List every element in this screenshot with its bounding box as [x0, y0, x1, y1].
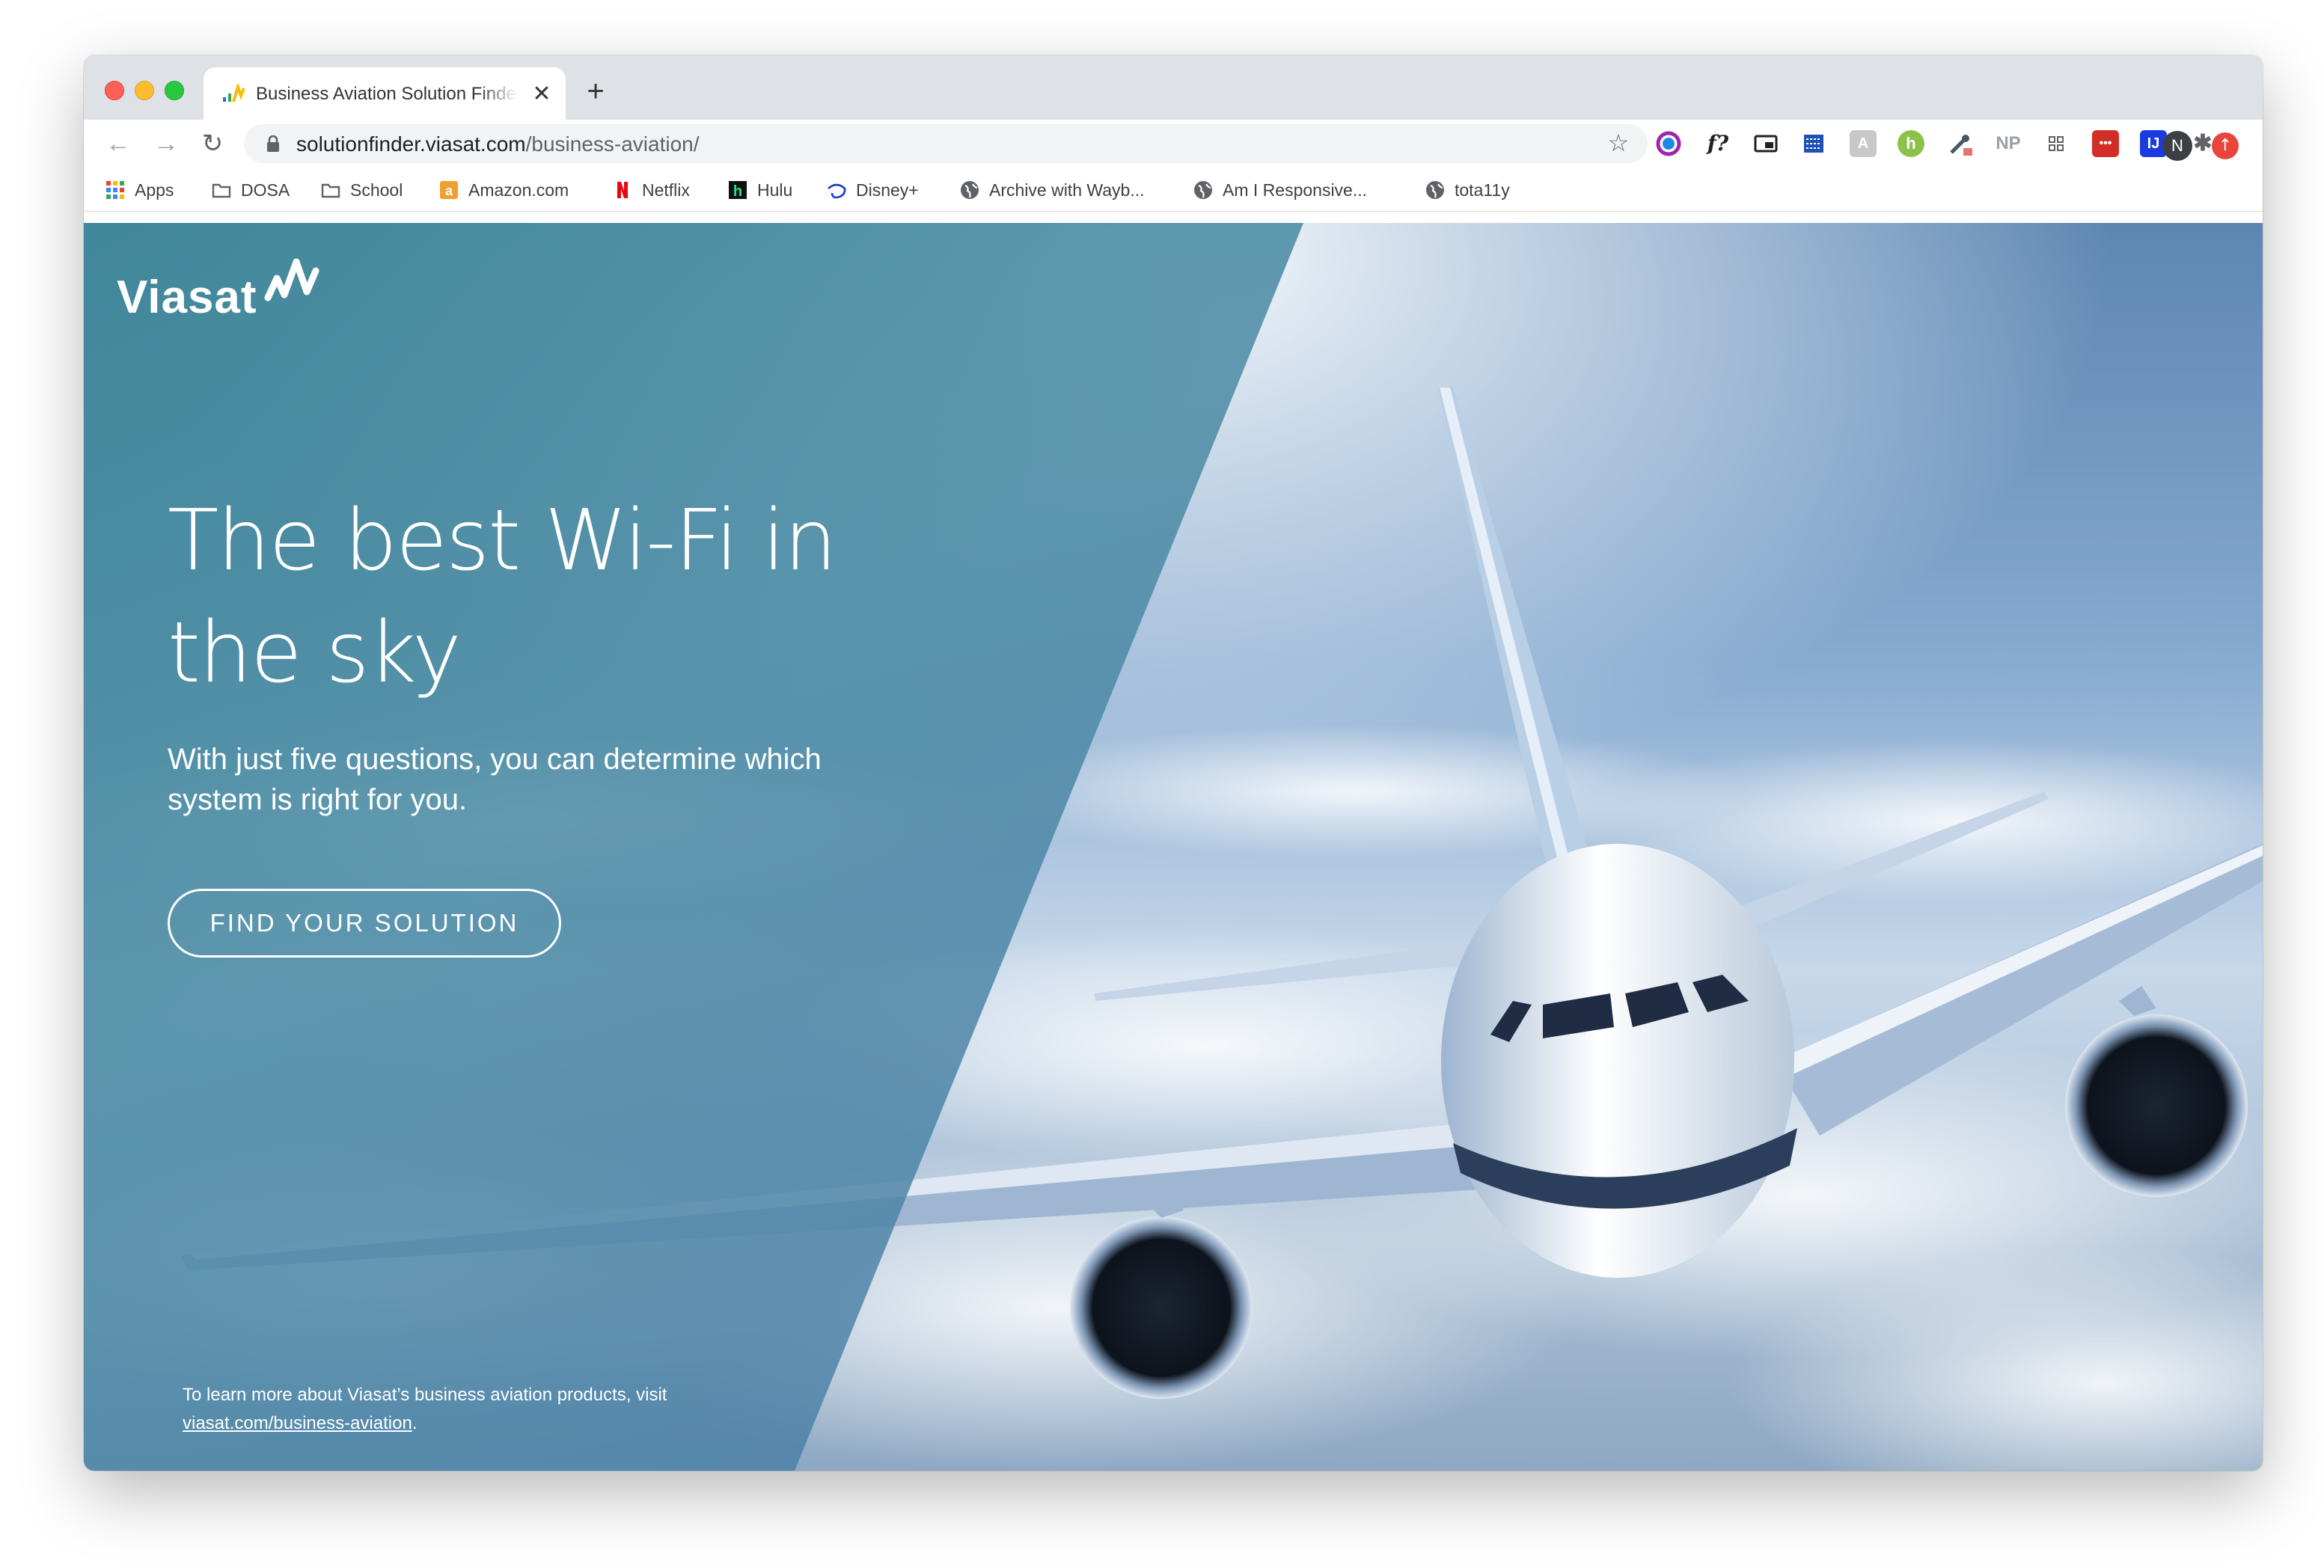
bookmark-school[interactable]: School [320, 178, 403, 202]
reload-button[interactable]: ↻ [199, 130, 226, 157]
bookmark-label: Apps [135, 180, 174, 200]
url-text: solutionfinder.viasat.com/business-aviat… [296, 132, 700, 156]
picture-in-picture-extension-icon[interactable] [1752, 130, 1779, 157]
bookmark-label: Archive with Wayb... [989, 180, 1145, 200]
disney-icon [828, 183, 846, 199]
bookmark-label: Amazon.com [468, 180, 569, 200]
bookmark-dosa[interactable]: DOSA [211, 178, 290, 202]
folder-icon [212, 183, 231, 198]
svg-text:h: h [733, 183, 742, 200]
apps-grid-icon [106, 181, 124, 199]
close-window-button[interactable] [105, 81, 124, 100]
grid-extension-icon[interactable] [2043, 130, 2070, 157]
bookmark-archive[interactable]: Archive with Wayb... [959, 178, 1144, 202]
browser-window: Business Aviation Solution Finder ✕ + ← … [84, 55, 2263, 1471]
globe-icon [1426, 181, 1444, 199]
bookmark-am-i-responsive[interactable]: Am I Responsive... [1193, 178, 1367, 202]
viasat-mark-icon [264, 258, 319, 301]
bookmark-label: Netflix [642, 180, 690, 200]
minimize-window-button[interactable] [135, 81, 154, 100]
lock-icon [267, 135, 279, 152]
logo-wordmark: Viasat [117, 272, 257, 323]
bookmark-amazon[interactable]: a Amazon.com [438, 178, 569, 202]
accessibility-extension-icon[interactable] [1800, 130, 1827, 157]
maximize-window-button[interactable] [165, 81, 184, 100]
bookmark-label: Disney+ [856, 180, 919, 200]
update-chrome-icon[interactable]: ↑ [2212, 132, 2239, 159]
eyedropper-extension-icon[interactable] [1947, 130, 1974, 157]
close-tab-icon[interactable]: ✕ [530, 82, 554, 106]
viasat-favicon-icon [223, 84, 245, 102]
tab-title: Business Aviation Solution Finder [256, 84, 518, 104]
np-extension-icon[interactable]: NP [1995, 130, 2022, 157]
hero-background-image [84, 223, 2263, 1471]
url-domain: solutionfinder.viasat.com [296, 132, 526, 156]
tab-business-aviation[interactable]: Business Aviation Solution Finder ✕ [204, 67, 566, 121]
bookmark-disney[interactable]: Disney+ [826, 178, 919, 202]
bookmarks-bar: Apps DOSA School a Amazon.com Netflix h … [84, 168, 2263, 212]
font-finder-extension-icon[interactable]: f? [1704, 130, 1731, 157]
footnote-period: . [412, 1413, 418, 1433]
new-tab-button[interactable]: + [581, 76, 611, 108]
forward-button[interactable]: → [153, 130, 180, 157]
globe-icon [961, 181, 979, 199]
bookmark-label: Am I Responsive... [1223, 180, 1368, 200]
folder-icon [321, 183, 340, 198]
bookmark-label: School [350, 180, 403, 200]
honey-extension-icon[interactable]: h [1898, 130, 1924, 157]
hero-title: The best Wi-Fi in the sky [168, 492, 837, 702]
bookmark-hulu[interactable]: h Hulu [727, 178, 792, 202]
hulu-icon: h [729, 181, 747, 200]
browser-toolbar: ← → ↻ solutionfinder.viasat.com/business… [84, 120, 2263, 168]
address-bar[interactable]: solutionfinder.viasat.com/business-aviat… [244, 124, 1648, 163]
url-path: /business-aviation/ [525, 132, 700, 156]
footnote: To learn more about Viasat’s business av… [183, 1381, 856, 1438]
viasat-logo[interactable]: Viasat [117, 256, 323, 328]
back-button[interactable]: ← [105, 130, 132, 157]
lastpass-extension-icon[interactable]: ••• [2092, 130, 2119, 157]
bookmark-label: DOSA [241, 180, 290, 200]
bookmark-tota11y[interactable]: tota11y [1425, 178, 1510, 202]
netflix-icon [617, 182, 628, 198]
hero-subtitle: With just five questions, you can determ… [168, 743, 822, 816]
amazon-icon: a [440, 181, 458, 199]
bookmark-apps[interactable]: Apps [105, 178, 174, 202]
business-aviation-link[interactable]: viasat.com/business-aviation [183, 1413, 412, 1433]
profile-avatar-icon[interactable]: N [2162, 131, 2192, 161]
footnote-text: To learn more about Viasat’s business av… [183, 1385, 667, 1405]
svg-text:a: a [445, 183, 453, 198]
bookmark-netflix[interactable]: Netflix [612, 178, 690, 202]
translate-extension-icon[interactable]: A [1850, 130, 1877, 157]
globe-icon [1194, 181, 1212, 199]
bookmark-label: Hulu [757, 180, 793, 200]
bookmark-star-icon[interactable]: ☆ [1606, 130, 1631, 156]
color-picker-extension-icon[interactable] [1655, 130, 1682, 157]
page-content: Viasat The best Wi-Fi in the sky With ju… [84, 223, 2263, 1471]
bookmark-label: tota11y [1455, 180, 1510, 200]
tab-strip: Business Aviation Solution Finder ✕ + [84, 55, 2263, 121]
find-your-solution-button[interactable]: FIND YOUR SOLUTION [168, 889, 561, 958]
